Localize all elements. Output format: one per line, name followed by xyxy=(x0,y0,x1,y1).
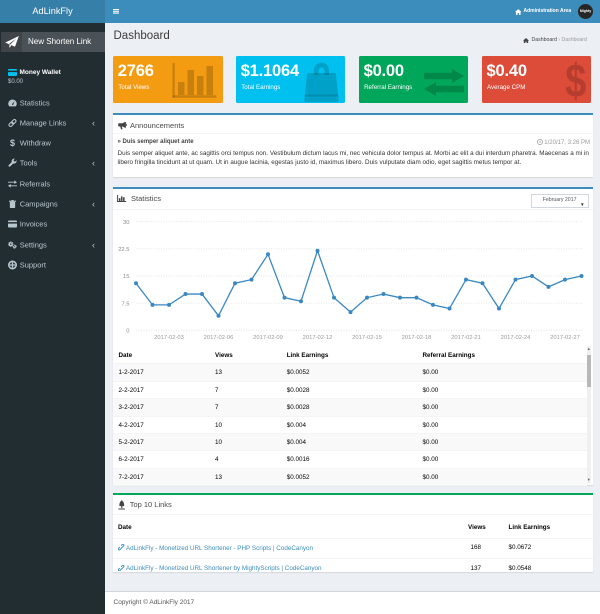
svg-text:15: 15 xyxy=(123,274,129,280)
svg-text:2017-02-18: 2017-02-18 xyxy=(402,335,432,341)
svg-text:2017-02-09: 2017-02-09 xyxy=(253,335,283,341)
svg-text:22.5: 22.5 xyxy=(118,247,129,253)
svg-text:7.5: 7.5 xyxy=(121,301,129,307)
svg-text:2017-02-06: 2017-02-06 xyxy=(204,335,234,341)
svg-text:30: 30 xyxy=(123,220,129,226)
svg-text:2017-02-15: 2017-02-15 xyxy=(352,335,382,341)
svg-text:2017-02-21: 2017-02-21 xyxy=(451,335,481,341)
svg-text:0: 0 xyxy=(126,328,129,334)
svg-text:2017-02-27: 2017-02-27 xyxy=(550,335,580,341)
svg-text:2017-02-12: 2017-02-12 xyxy=(303,335,333,341)
svg-text:2017-02-24: 2017-02-24 xyxy=(501,335,531,341)
svg-text:2017-02-03: 2017-02-03 xyxy=(154,335,184,341)
